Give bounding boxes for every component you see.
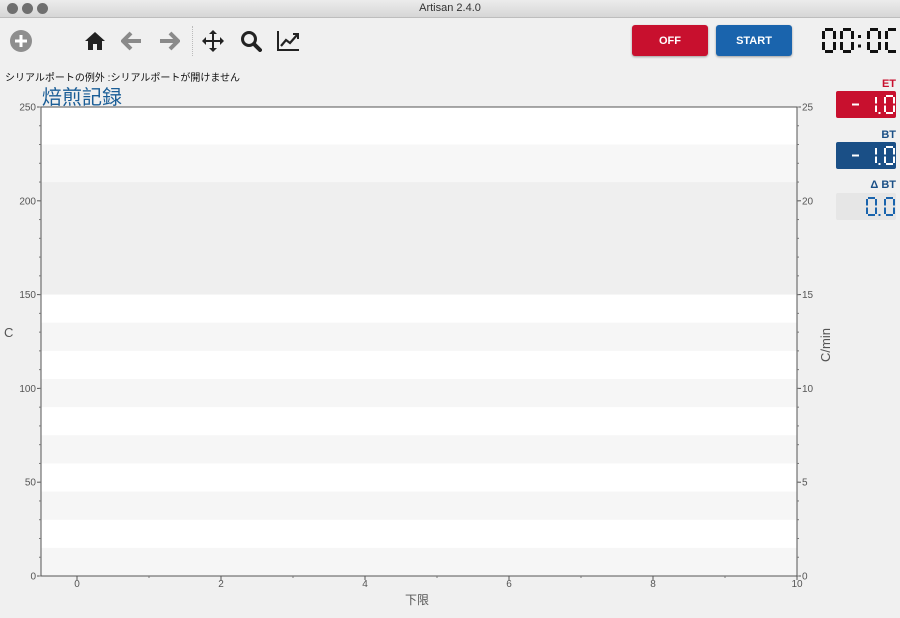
phase-band [41, 144, 797, 183]
timer-display [822, 28, 896, 53]
chart-title: 焙煎記録 [42, 87, 122, 109]
y2-tick-label: 5 [802, 478, 808, 489]
y2-tick-label: 25 [802, 103, 814, 114]
y2-tick-label: 20 [802, 196, 814, 207]
x-axis-label: 下限 [405, 593, 430, 607]
y-tick-label: 250 [19, 103, 36, 114]
et-label: ET [881, 78, 896, 90]
phase-band [41, 435, 797, 464]
lcd-digit [840, 28, 854, 53]
lcd-digit [852, 154, 859, 157]
title-bar: Artisan 2.4.0 [0, 0, 900, 18]
y2-tick-label: 0 [802, 572, 808, 583]
back-arrow-icon[interactable] [119, 28, 145, 54]
lcd-digit [875, 148, 877, 163]
x-tick-label: 6 [506, 579, 512, 590]
window-title: Artisan 2.4.0 [419, 2, 481, 14]
forward-arrow-icon[interactable] [156, 28, 182, 54]
y-tick-label: 200 [19, 196, 36, 207]
et-readout [836, 91, 896, 118]
lcd-digit [867, 28, 881, 53]
status-message: シリアルポートの例外 :シリアルポートが開けません [5, 73, 241, 84]
y2-axis-label: C/min [818, 328, 833, 362]
y-tick-label: 50 [25, 478, 37, 489]
y-tick-label: 100 [19, 384, 36, 395]
toolbar-separator [192, 26, 193, 56]
bt-label: BT [881, 129, 896, 141]
lcd-digit [822, 28, 836, 53]
x-tick-label: 4 [362, 579, 368, 590]
delta-bt-readout [836, 193, 896, 220]
delta-bt-label: Δ BT [870, 179, 896, 191]
chart-line-icon[interactable] [275, 28, 301, 54]
lcd-digit [866, 197, 877, 216]
phase-band [41, 379, 797, 408]
x-tick-label: 10 [791, 579, 803, 590]
home-icon[interactable] [82, 28, 108, 54]
lcd-digit [884, 146, 895, 165]
lcd-digit [875, 97, 877, 112]
y2-tick-label: 10 [802, 384, 814, 395]
roast-chart: 05010015020025005101520250 2 4 6 8 10 [19, 103, 814, 591]
start-button[interactable]: START [716, 25, 792, 56]
x-tick-label: 0 [74, 579, 80, 590]
lcd-digit [884, 95, 895, 114]
add-icon[interactable] [8, 28, 34, 54]
x-tick-label: 8 [650, 579, 656, 590]
lcd-dot [878, 163, 881, 165]
timer-colon [858, 35, 861, 38]
y2-tick-label: 15 [802, 290, 814, 301]
plot-area [41, 107, 797, 576]
bt-readout [836, 142, 896, 169]
plot-frame [40, 106, 798, 577]
off-button[interactable]: OFF [632, 25, 708, 56]
y-axis-label: C [4, 325, 14, 340]
lcd-dot [878, 214, 881, 216]
timer-colon [858, 44, 861, 48]
phase-band [41, 547, 797, 576]
x-tick-label: 2 [218, 579, 224, 590]
phase-band [41, 322, 797, 351]
lcd-dot [878, 112, 881, 114]
zoom-icon[interactable] [238, 28, 264, 54]
phase-band [41, 182, 797, 295]
y-tick-label: 150 [19, 290, 36, 301]
lcd-digit [852, 103, 859, 106]
pan-icon[interactable] [200, 28, 226, 54]
y-tick-label: 0 [30, 572, 36, 583]
phase-band [41, 491, 797, 520]
lcd-digit [884, 197, 895, 216]
lcd-digit [885, 28, 896, 53]
